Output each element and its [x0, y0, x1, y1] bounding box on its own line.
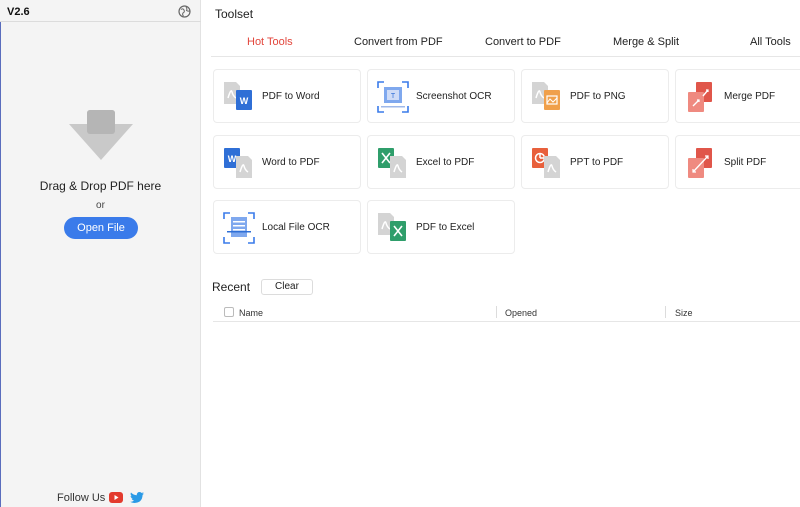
tool-card-excel-to-pdf[interactable]: Excel to PDF [367, 135, 515, 189]
app-version: V2.6 [7, 6, 30, 18]
pdf-to-word-icon: W [224, 82, 252, 110]
tool-label: Local File OCR [262, 222, 330, 233]
follow-us-label: Follow Us [57, 492, 106, 504]
open-file-button[interactable]: Open File [64, 217, 138, 239]
tool-label: Merge PDF [724, 91, 776, 102]
tool-label: PDF to PNG [570, 91, 626, 102]
tool-card-ppt-to-pdf[interactable]: PPT to PDF [521, 135, 669, 189]
youtube-icon[interactable] [109, 492, 123, 503]
tool-card-split-pdf[interactable]: Split PDF [675, 135, 800, 189]
tool-label: Word to PDF [262, 157, 320, 168]
clear-button[interactable]: Clear [261, 279, 313, 295]
ppt-to-pdf-icon [532, 148, 560, 178]
tool-label: PDF to Word [262, 91, 320, 102]
svg-text:T: T [391, 93, 396, 100]
tab-convert-to-pdf[interactable]: Convert to PDF [485, 36, 561, 48]
word-to-pdf-icon: W [224, 148, 252, 178]
screenshot-ocr-icon: T [377, 81, 409, 113]
tool-card-pdf-to-png[interactable]: PDF to PNG [521, 69, 669, 123]
column-size[interactable]: Size [675, 308, 693, 318]
tool-label: Excel to PDF [416, 157, 475, 168]
tool-label: PPT to PDF [570, 157, 624, 168]
split-pdf-icon [688, 148, 712, 178]
tool-card-pdf-to-excel[interactable]: PDF to Excel [367, 200, 515, 254]
drop-arrow-icon[interactable] [69, 110, 133, 160]
svg-text:W: W [228, 154, 237, 164]
local-file-ocr-icon [223, 212, 255, 244]
pdf-to-png-icon [532, 82, 560, 110]
tool-label: PDF to Excel [416, 222, 475, 233]
tool-card-merge-pdf[interactable]: Merge PDF [675, 69, 800, 123]
column-divider[interactable] [496, 306, 497, 318]
sidebar: V2.6 Drag & Drop PDF here or Open File F… [0, 0, 201, 507]
column-opened[interactable]: Opened [505, 308, 537, 318]
drag-drop-label: Drag & Drop PDF here [39, 179, 162, 193]
tool-label: Screenshot OCR [416, 91, 492, 102]
sidebar-edge [0, 22, 1, 507]
select-all-checkbox[interactable] [224, 307, 234, 317]
tool-card-local-file-ocr[interactable]: Local File OCR [213, 200, 361, 254]
or-label: or [96, 200, 105, 211]
tab-all-tools[interactable]: All Tools [750, 36, 791, 48]
globe-icon[interactable] [178, 5, 191, 18]
tool-label: Split PDF [724, 157, 767, 168]
recent-table-header: Name Opened Size [213, 304, 800, 322]
recent-title: Recent [212, 280, 251, 294]
column-divider[interactable] [665, 306, 666, 318]
tab-hot-tools[interactable]: Hot Tools [247, 36, 293, 48]
column-name[interactable]: Name [239, 308, 263, 318]
tool-tabs: Hot Tools Convert from PDF Convert to PD… [211, 30, 800, 57]
merge-pdf-icon [688, 82, 712, 112]
toolset-title: Toolset [215, 7, 254, 21]
tool-card-word-to-pdf[interactable]: W Word to PDF [213, 135, 361, 189]
sidebar-divider [0, 21, 201, 22]
tab-merge-split[interactable]: Merge & Split [613, 36, 679, 48]
svg-text:W: W [240, 96, 249, 106]
tab-convert-from-pdf[interactable]: Convert from PDF [354, 36, 443, 48]
twitter-icon[interactable] [130, 492, 144, 504]
tool-card-screenshot-ocr[interactable]: T Screenshot OCR [367, 69, 515, 123]
excel-to-pdf-icon [378, 148, 406, 178]
pdf-to-excel-icon [378, 213, 406, 241]
tool-card-pdf-to-word[interactable]: W PDF to Word [213, 69, 361, 123]
